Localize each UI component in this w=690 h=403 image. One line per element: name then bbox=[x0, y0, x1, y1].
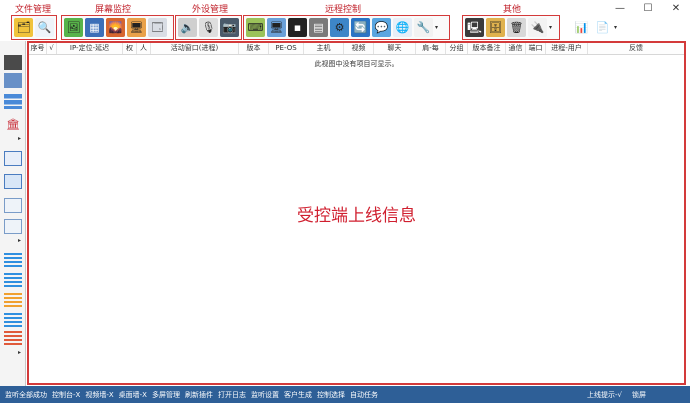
speaker-icon[interactable]: 🔈 bbox=[178, 18, 197, 37]
column-header-pe-os[interactable]: PE-OS bbox=[269, 43, 304, 54]
plugin-icon[interactable]: 🔌 bbox=[528, 18, 547, 37]
browser-icon[interactable]: 🌐 bbox=[393, 18, 412, 37]
toolbar-group-file-management: 🗂 🔍 bbox=[11, 15, 57, 40]
screen-record-icon[interactable]: 🖥 bbox=[127, 18, 146, 37]
group-label-screen-monitor: 屏幕监控 bbox=[95, 5, 132, 15]
webcam-icon[interactable]: 📷 bbox=[220, 18, 239, 37]
remote-control-dropdown-icon[interactable]: ▾ bbox=[435, 24, 441, 31]
registry-icon[interactable]: 🗄 bbox=[486, 18, 505, 37]
sidebar-list-icon[interactable] bbox=[4, 94, 22, 109]
window-controls: — ☐ ✕ bbox=[606, 0, 690, 16]
status-bar: 监听全部成功 控制台-X 视频墙-X 桌面墙-X 多屏管理 刷新插件 打开日志 … bbox=[0, 386, 690, 403]
column-header-person[interactable]: 人 bbox=[137, 43, 151, 54]
toolbar-group-extra: 📊 📄 ▾ bbox=[569, 15, 627, 40]
sidebar-align-center-icon[interactable] bbox=[4, 273, 22, 288]
group-label-remote-control: 远程控制 bbox=[325, 5, 362, 15]
maximize-button[interactable]: ☐ bbox=[634, 0, 662, 16]
status-online-notify[interactable]: 上线提示-√ bbox=[587, 390, 622, 400]
column-header-version-note[interactable]: 版本备注 bbox=[468, 43, 506, 54]
column-header-permission[interactable]: 权 bbox=[123, 43, 137, 54]
chat-icon[interactable]: 💬 bbox=[372, 18, 391, 37]
system-info-icon[interactable]: 🖳 bbox=[465, 18, 484, 37]
screen-view-icon[interactable]: 🖼 bbox=[64, 18, 83, 37]
group-label-other: 其他 bbox=[503, 5, 522, 15]
table-header: 序号 √ IP-定位-延迟 权 人 活动窗口(进程) 版本 PE-OS 主机 视… bbox=[29, 43, 684, 55]
multi-screen-icon[interactable]: ▦ bbox=[85, 18, 104, 37]
status-open-log[interactable]: 打开日志 bbox=[218, 390, 246, 400]
tools-icon[interactable]: 🔧 bbox=[414, 18, 433, 37]
column-header-communication[interactable]: 通信 bbox=[506, 43, 526, 54]
column-header-feedback[interactable]: 反馈 bbox=[588, 43, 684, 54]
extra-dropdown-icon[interactable]: ▾ bbox=[614, 24, 620, 31]
process-manager-icon[interactable]: ⚙ bbox=[330, 18, 349, 37]
column-header-host[interactable]: 主机 bbox=[304, 43, 344, 54]
terminal-icon[interactable]: ▪ bbox=[288, 18, 307, 37]
client-list-panel: 序号 √ IP-定位-延迟 权 人 活动窗口(进程) 版本 PE-OS 主机 视… bbox=[27, 41, 686, 385]
status-control-select[interactable]: 控制选择 bbox=[317, 390, 345, 400]
remote-desktop-icon[interactable]: 🖥 bbox=[267, 18, 286, 37]
network-icon[interactable]: 🔄 bbox=[351, 18, 370, 37]
document-icon[interactable]: 📄 bbox=[593, 18, 612, 37]
empty-list-message: 此视图中没有项目可显示。 bbox=[314, 60, 399, 68]
remote-shell-icon[interactable]: ⌨ bbox=[246, 18, 265, 37]
sidebar-expand-arrow-2-icon[interactable]: ▸ bbox=[18, 237, 21, 244]
status-multi-screen[interactable]: 多屏管理 bbox=[152, 390, 180, 400]
left-sidebar: 🏛 ▸ ▸ ▸ bbox=[0, 41, 26, 386]
column-header-ip[interactable]: IP-定位-延迟 bbox=[57, 43, 123, 54]
sidebar-align-left-icon[interactable] bbox=[4, 253, 22, 268]
column-header-process-user[interactable]: 进程-用户 bbox=[546, 43, 588, 54]
status-console[interactable]: 控制台-X bbox=[52, 390, 80, 400]
column-header-active-window[interactable]: 活动窗口(进程) bbox=[151, 43, 239, 54]
sidebar-form-icon[interactable] bbox=[4, 198, 22, 213]
file-search-icon[interactable]: 🔍 bbox=[35, 18, 54, 37]
column-header-version[interactable]: 版本 bbox=[239, 43, 269, 54]
sidebar-report-icon[interactable] bbox=[4, 219, 22, 234]
group-label-peripheral-management: 外设管理 bbox=[192, 5, 229, 15]
sidebar-bank-icon[interactable]: 🏛 bbox=[4, 117, 22, 132]
sidebar-justify-icon[interactable] bbox=[4, 313, 22, 328]
bar-chart-icon[interactable]: 📊 bbox=[572, 18, 591, 37]
sidebar-computer-icon[interactable] bbox=[4, 55, 22, 70]
client-online-info-label: 受控端上线信息 bbox=[297, 206, 416, 226]
sidebar-folder-icon[interactable] bbox=[4, 174, 22, 189]
status-refresh-plugin[interactable]: 刷新插件 bbox=[185, 390, 213, 400]
column-header-video[interactable]: 视频 bbox=[344, 43, 374, 54]
screen-capture-icon[interactable]: 🌄 bbox=[106, 18, 125, 37]
screen-wall-icon[interactable]: 🗔 bbox=[148, 18, 167, 37]
toolbar-group-screen-monitor: 🖼 ▦ 🌄 🖥 🗔 bbox=[61, 15, 174, 40]
status-lock-screen[interactable]: 锁屏 bbox=[632, 390, 646, 400]
microphone-icon[interactable]: 🎙 bbox=[199, 18, 218, 37]
sidebar-window-icon[interactable] bbox=[4, 151, 22, 166]
sidebar-align-right-icon[interactable] bbox=[4, 293, 22, 308]
status-client-generate[interactable]: 客户生成 bbox=[284, 390, 312, 400]
sidebar-expand-arrow-1-icon[interactable]: ▸ bbox=[18, 135, 21, 142]
status-desktop-wall[interactable]: 桌面墙-X bbox=[119, 390, 147, 400]
keylogger-icon[interactable]: ▤ bbox=[309, 18, 328, 37]
sidebar-indent-icon[interactable] bbox=[4, 331, 22, 346]
file-manager-icon[interactable]: 🗂 bbox=[14, 18, 33, 37]
column-header-chat[interactable]: 聊天 bbox=[374, 43, 416, 54]
trash-icon[interactable]: 🗑 bbox=[507, 18, 526, 37]
group-label-file-management: 文件管理 bbox=[15, 5, 52, 15]
toolbar-group-peripheral-management: 🔈 🎙 📷 bbox=[175, 15, 242, 40]
status-listen-success: 监听全部成功 bbox=[5, 390, 47, 399]
toolbar-group-other: 🖳 🗄 🗑 🔌 ▾ bbox=[462, 15, 560, 40]
minimize-button[interactable]: — bbox=[606, 0, 634, 16]
sidebar-expand-arrow-3-icon[interactable]: ▸ bbox=[18, 349, 21, 356]
column-header-index[interactable]: 序号 bbox=[29, 43, 47, 54]
close-button[interactable]: ✕ bbox=[662, 0, 690, 16]
status-video-wall[interactable]: 视频墙-X bbox=[85, 390, 113, 400]
status-listen-settings[interactable]: 监听设置 bbox=[251, 390, 279, 400]
status-bar-right: 上线提示-√ 锁屏 bbox=[582, 386, 690, 403]
column-header-group[interactable]: 分组 bbox=[446, 43, 468, 54]
sidebar-monitor-icon[interactable] bbox=[4, 73, 22, 88]
column-header-port[interactable]: 端口 bbox=[526, 43, 546, 54]
status-auto-task[interactable]: 自动任务 bbox=[350, 390, 378, 400]
column-header-shoulder[interactable]: 肩-每 bbox=[416, 43, 446, 54]
column-header-check[interactable]: √ bbox=[47, 43, 57, 54]
other-dropdown-icon[interactable]: ▾ bbox=[549, 24, 555, 31]
toolbar-group-remote-control: ⌨ 🖥 ▪ ▤ ⚙ 🔄 💬 🌐 🔧 ▾ bbox=[243, 15, 450, 40]
